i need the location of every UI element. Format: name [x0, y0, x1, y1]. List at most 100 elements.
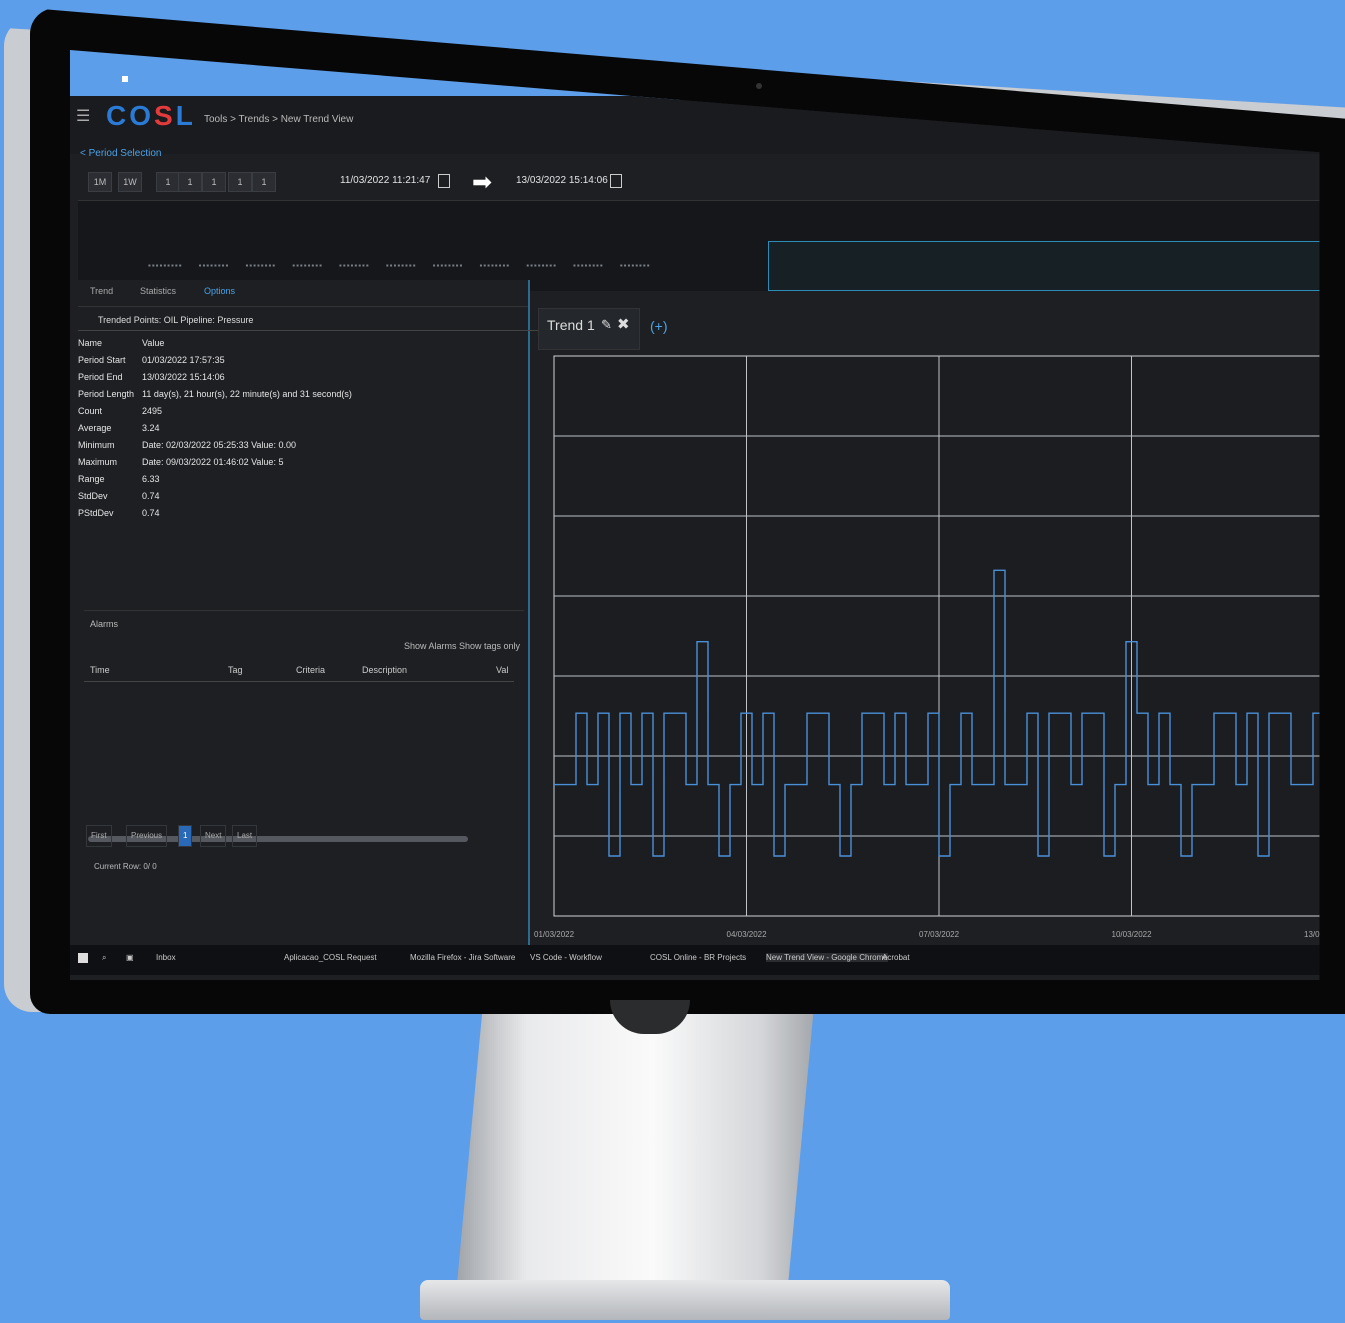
monitor: ☰ COSL Tools > Trends > New Trend View <… — [0, 0, 1345, 1323]
end-datetime-field[interactable]: 13/03/2022 15:14:06 — [516, 170, 608, 192]
arrow-right-icon: ➡ — [472, 169, 493, 196]
stats-key: Period Length — [78, 389, 135, 399]
stats-row: Range 6.33 — [78, 474, 518, 491]
taskbar-item[interactable]: VS Code - Workflow — [530, 953, 602, 962]
calendar-icon[interactable] — [610, 174, 622, 188]
pager-last[interactable]: Last — [232, 825, 258, 847]
stats-key: Period End — [78, 372, 123, 382]
monitor-base — [420, 1280, 950, 1320]
screen: ☰ COSL Tools > Trends > New Trend View <… — [70, 50, 1320, 980]
navigator-selection[interactable] — [768, 241, 1320, 291]
pencil-icon[interactable]: ✎ — [601, 317, 612, 333]
windows-icon[interactable] — [78, 953, 88, 963]
col-val[interactable]: Val — [496, 665, 508, 675]
range-button[interactable]: 1 — [178, 172, 202, 192]
stats-row: Period Start 01/03/2022 17:57:35 — [78, 355, 518, 372]
col-time[interactable]: Time — [90, 665, 110, 675]
x-tick-label: 07/03/2022 — [919, 930, 960, 939]
range-button[interactable]: 1W — [118, 172, 142, 192]
pager-current[interactable]: 1 — [178, 825, 193, 847]
stats-key: Count — [78, 406, 103, 416]
range-button[interactable]: 1 — [252, 172, 276, 192]
col-criteria[interactable]: Criteria — [296, 665, 325, 675]
pager-first[interactable]: First — [86, 825, 112, 847]
taskbar-item[interactable]: Inbox — [156, 953, 176, 962]
stats-key: Maximum — [78, 457, 118, 467]
pager-previous[interactable]: Previous — [126, 825, 168, 847]
search-icon[interactable]: ⌕ — [102, 953, 106, 963]
period-toolbar: 1M 1W 1 1 1 1 1 11/03/2022 11:21:47 ➡ 13… — [70, 166, 1320, 200]
stats-value: 3.24 — [142, 423, 160, 433]
taskbar-item[interactable]: COSL Online - BR Projects — [650, 953, 746, 962]
taskbar-item[interactable]: Acrobat — [882, 953, 910, 962]
left-tabs: Trend Statistics Options — [78, 280, 528, 307]
range-button[interactable]: 1 — [228, 172, 252, 192]
stats-key: PStdDev — [78, 508, 114, 518]
col-tag[interactable]: Tag — [228, 665, 243, 675]
stats-value: 01/03/2022 17:57:35 — [142, 355, 225, 365]
logo: COSL — [106, 100, 196, 131]
left-panel: Trend Statistics Options Trended Points:… — [78, 280, 538, 960]
stats-row: Period Length 11 day(s), 21 hour(s), 22 m… — [78, 389, 518, 406]
stats-value: 0.74 — [142, 491, 160, 501]
taskbar-item[interactable]: Mozilla Firefox - Jira Software — [410, 953, 515, 962]
range-button[interactable]: 1 — [156, 172, 180, 192]
trend-chart[interactable] — [538, 350, 1320, 940]
stats-value: 0.74 — [142, 508, 160, 518]
stats-value: 13/03/2022 15:14:06 — [142, 372, 225, 382]
taskview-icon[interactable]: ▣ — [126, 953, 134, 962]
stats-key: Average — [78, 423, 112, 433]
add-trend-button[interactable]: (+) — [650, 318, 668, 334]
camera-icon — [756, 83, 762, 89]
trend-tab-label: Trend 1 — [547, 317, 595, 333]
alarms-options[interactable]: Show Alarms Show tags only — [404, 641, 520, 651]
stats-value: Date: 09/03/2022 01:46:02 Value: 5 — [142, 457, 284, 467]
tab-trend-1[interactable]: Trend 1 ✎ ✖ — [538, 308, 640, 350]
menu-icon[interactable]: ☰ — [76, 106, 90, 126]
stats-row: Minimum Date: 02/03/2022 05:25:33 Value: … — [78, 440, 518, 457]
range-button[interactable]: 1M — [88, 172, 112, 192]
breadcrumb[interactable]: Tools > Trends > New Trend View — [204, 114, 353, 125]
stats-row: Average 3.24 — [78, 423, 518, 440]
col-description[interactable]: Description — [362, 665, 407, 675]
time-navigator[interactable]: ▪▪▪▪▪▪▪▪▪ ▪▪▪▪▪▪▪▪ ▪▪▪▪▪▪▪▪ ▪▪▪▪▪▪▪▪ ▪▪▪… — [78, 200, 1320, 291]
stats-key: StdDev — [78, 491, 108, 501]
x-tick-label: 01/03/2022 — [534, 930, 575, 939]
tag-selector[interactable]: Trended Points: OIL Pipeline: Pressure — [78, 310, 538, 331]
stats-value: Date: 02/03/2022 05:25:33 Value: 0.00 — [142, 440, 296, 450]
stats-row: Count 2495 — [78, 406, 518, 423]
stats-key: Period Start — [78, 355, 126, 365]
stats-value: 2495 — [142, 406, 163, 416]
x-tick-label: 04/03/2022 — [726, 930, 767, 939]
period-selection-header[interactable]: < Period Selection — [70, 146, 1320, 166]
stats-value: 6.33 — [142, 474, 160, 484]
stats-row: Period End 13/03/2022 15:14:06 — [78, 372, 518, 389]
period-selection-link[interactable]: < Period Selection — [80, 148, 161, 159]
stats-row: Maximum Date: 09/03/2022 01:46:02 Value: … — [78, 457, 518, 474]
os-taskbar: ⌕ ▣ Inbox Aplicacao_COSL Request Mozilla… — [70, 945, 1320, 975]
stats-key: Range — [78, 474, 105, 484]
taskbar-item-active[interactable]: New Trend View - Google Chrome — [766, 953, 888, 962]
x-tick-label: 10/03/2022 — [1111, 930, 1152, 939]
calendar-icon[interactable] — [438, 174, 450, 188]
pager-next[interactable]: Next — [200, 825, 227, 847]
monitor-stand — [455, 995, 815, 1305]
alarms-title: Alarms — [90, 619, 119, 629]
stats-value: 11 day(s), 21 hour(s), 22 minute(s) and … — [142, 389, 352, 399]
tab-trend[interactable]: Trend — [90, 286, 113, 296]
stats-row: Name Value — [78, 338, 518, 355]
tab-options[interactable]: Options — [204, 286, 235, 296]
stats-row: StdDev 0.74 — [78, 491, 518, 508]
stats-key: Name — [78, 338, 103, 348]
taskbar-item[interactable]: Aplicacao_COSL Request — [284, 953, 377, 962]
row-count: Current Row: 0/ 0 — [94, 862, 157, 871]
alarms-header: Time Tag Criteria Description Val — [84, 661, 514, 682]
stats-key: Minimum — [78, 440, 115, 450]
trend-chart-svg — [553, 355, 1320, 917]
range-button[interactable]: 1 — [202, 172, 226, 192]
close-icon[interactable]: ✖ — [617, 315, 630, 333]
start-datetime-field[interactable]: 11/03/2022 11:21:47 — [340, 170, 430, 192]
dot-icon — [122, 76, 128, 82]
stats-row: PStdDev 0.74 — [78, 508, 518, 525]
tab-statistics[interactable]: Statistics — [140, 286, 176, 296]
